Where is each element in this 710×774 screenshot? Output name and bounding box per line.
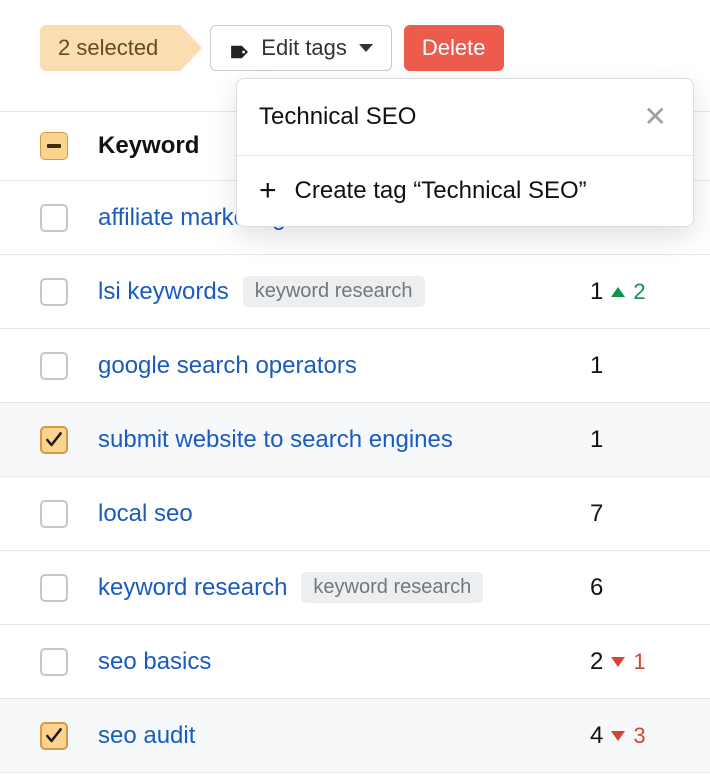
table-row: lsi keywordskeyword research12 — [0, 255, 710, 329]
edit-tags-popover: ✕ + Create tag “Technical SEO” — [236, 78, 694, 227]
keyword-cell: seo audit — [98, 722, 560, 750]
plus-icon: + — [259, 176, 277, 206]
position-cell: 12 — [590, 278, 670, 306]
keyword-link[interactable]: submit website to search engines — [98, 426, 453, 454]
arrow-up-icon — [611, 287, 625, 297]
position-cell: 1 — [590, 426, 670, 454]
keyword-cell: seo basics — [98, 648, 560, 676]
delta-value: 1 — [633, 649, 645, 675]
row-checkbox[interactable] — [40, 500, 68, 528]
table-row: keyword research keyword research 6 — [0, 551, 710, 625]
delta-value: 2 — [633, 279, 645, 305]
arrow-down-icon — [611, 657, 625, 667]
table-row: submit website to search engines 1 — [0, 403, 710, 477]
arrow-down-icon — [611, 731, 625, 741]
select-all-checkbox[interactable] — [40, 132, 68, 160]
edit-tags-button[interactable]: Edit tags — [210, 25, 392, 71]
tag-badge[interactable]: keyword research — [243, 276, 425, 307]
table-row: seo audit43 — [0, 699, 710, 773]
keyword-cell: keyword research keyword research — [98, 572, 560, 603]
column-header-keyword[interactable]: Keyword — [98, 132, 199, 160]
keyword-link[interactable]: keyword research — [98, 574, 287, 602]
keyword-link[interactable]: local seo — [98, 500, 193, 528]
selected-count-label: 2 selected — [58, 35, 158, 61]
keyword-cell: lsi keywords keyword research — [98, 276, 560, 307]
tag-input-row: ✕ — [237, 79, 693, 156]
create-tag-label: Create tag “Technical SEO” — [295, 177, 587, 205]
row-checkbox[interactable] — [40, 352, 68, 380]
position-value: 4 — [590, 722, 603, 750]
selected-count-chip: 2 selected — [40, 25, 180, 71]
create-tag-action[interactable]: + Create tag “Technical SEO” — [237, 156, 693, 226]
close-icon[interactable]: ✕ — [640, 99, 671, 135]
keyword-cell: submit website to search engines — [98, 426, 560, 454]
row-checkbox[interactable] — [40, 426, 68, 454]
delete-button[interactable]: Delete — [404, 25, 504, 71]
table-row: google search operators 1 — [0, 329, 710, 403]
tag-badge[interactable]: keyword research — [301, 572, 483, 603]
keyword-link[interactable]: lsi keywords — [98, 278, 229, 306]
position-value: 2 — [590, 648, 603, 676]
keyword-cell: local seo — [98, 500, 560, 528]
position-cell: 7 — [590, 500, 670, 528]
position-value: 6 — [590, 574, 603, 602]
position-cell: 6 — [590, 574, 670, 602]
position-value: 1 — [590, 426, 603, 454]
position-value: 7 — [590, 500, 603, 528]
chevron-down-icon — [359, 44, 373, 52]
tag-name-input[interactable] — [259, 103, 628, 131]
position-value: 1 — [590, 352, 603, 380]
position-cell: 43 — [590, 722, 670, 750]
tag-icon — [229, 40, 251, 56]
keyword-link[interactable]: seo basics — [98, 648, 211, 676]
delete-label: Delete — [422, 35, 486, 61]
table-row: local seo 7 — [0, 477, 710, 551]
keyword-link[interactable]: seo audit — [98, 722, 195, 750]
keyword-cell: google search operators — [98, 352, 560, 380]
row-checkbox[interactable] — [40, 574, 68, 602]
table-row: seo basics21 — [0, 625, 710, 699]
position-cell: 21 — [590, 648, 670, 676]
position-cell: 1 — [590, 352, 670, 380]
edit-tags-label: Edit tags — [261, 35, 347, 61]
delta-value: 3 — [633, 723, 645, 749]
row-checkbox[interactable] — [40, 648, 68, 676]
indeterminate-icon — [47, 144, 61, 148]
row-checkbox[interactable] — [40, 722, 68, 750]
row-checkbox[interactable] — [40, 204, 68, 232]
row-checkbox[interactable] — [40, 278, 68, 306]
toolbar: 2 selected Edit tags Delete — [0, 0, 710, 81]
position-value: 1 — [590, 278, 603, 306]
keyword-link[interactable]: google search operators — [98, 352, 357, 380]
